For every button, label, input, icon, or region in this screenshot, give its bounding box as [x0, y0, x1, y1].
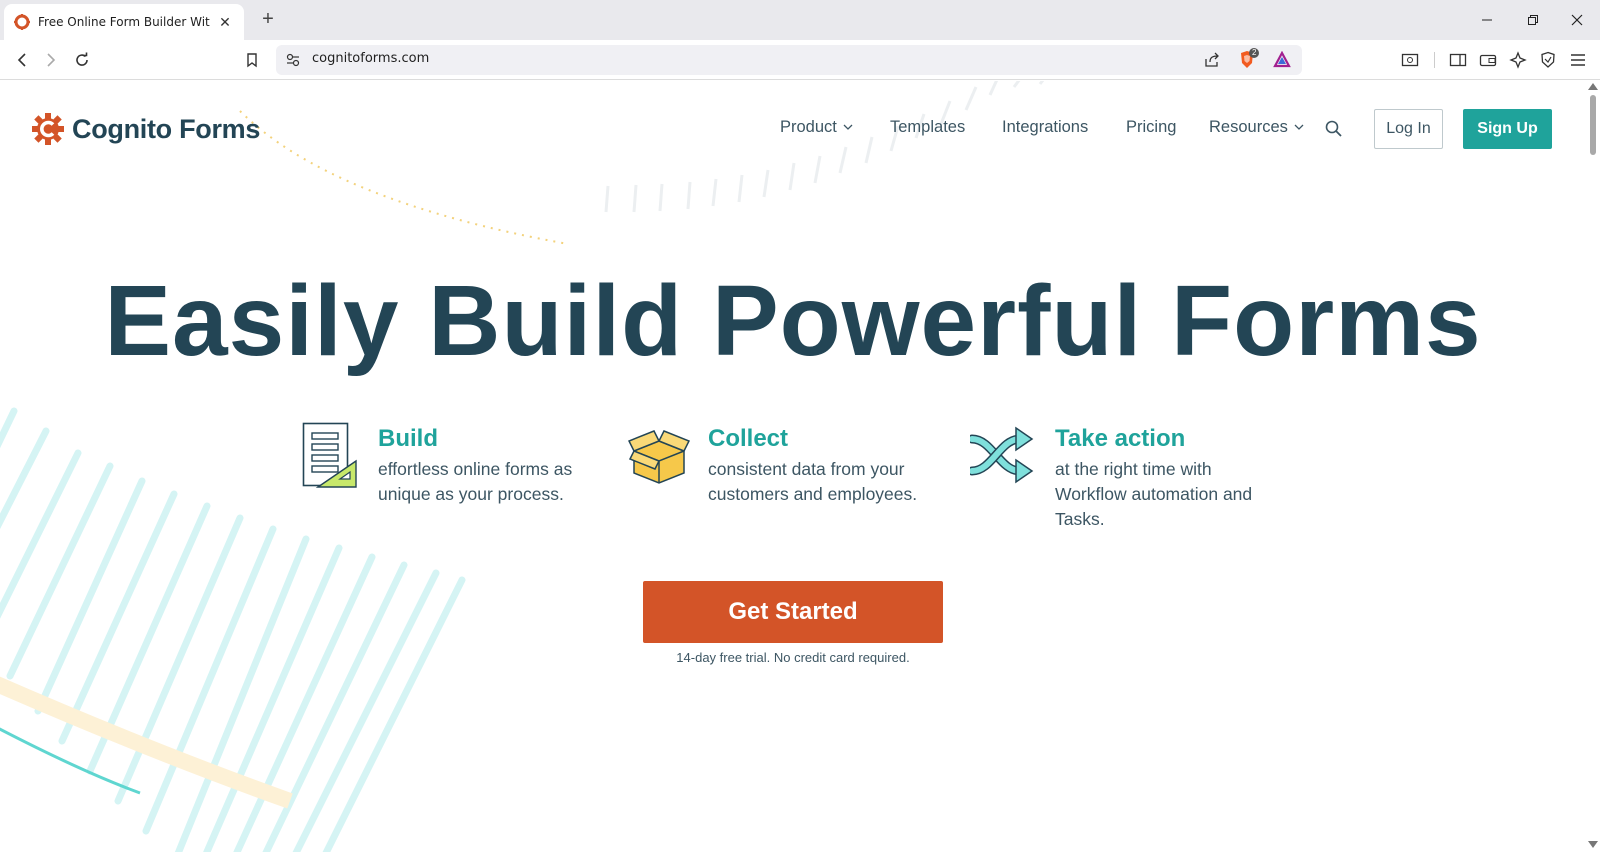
search-button[interactable]	[1324, 119, 1346, 141]
bookmark-icon[interactable]	[240, 48, 264, 72]
feature-collect-title: Collect	[708, 425, 789, 452]
shields-count-badge: 2	[1249, 48, 1260, 58]
scroll-up-arrow-icon[interactable]	[1588, 83, 1598, 90]
nav-templates[interactable]: Templates	[890, 118, 965, 137]
cognito-gear-logo-icon	[32, 113, 64, 145]
brand-name: Cognito Forms	[72, 113, 261, 144]
feature-take-action-text: at the right time with Workflow automati…	[1055, 459, 1253, 529]
nav-pricing-label: Pricing	[1126, 118, 1177, 136]
feature-take-action: Take action at the right time with Workf…	[970, 421, 1290, 541]
nav-resources[interactable]: Resources	[1209, 118, 1304, 137]
feature-build-title: Build	[378, 425, 438, 452]
brand-logo[interactable]: Cognito Forms	[32, 113, 260, 145]
forward-icon[interactable]	[39, 48, 63, 72]
open-box-icon	[628, 430, 690, 484]
url-text: cognitoforms.com	[312, 51, 430, 66]
login-button[interactable]: Log In	[1374, 109, 1443, 149]
minimize-icon[interactable]	[1464, 0, 1510, 40]
menu-icon[interactable]	[1566, 48, 1590, 72]
back-icon[interactable]	[10, 48, 34, 72]
wallet-icon[interactable]	[1476, 48, 1500, 72]
reload-icon[interactable]	[70, 48, 94, 72]
signup-button[interactable]: Sign Up	[1463, 109, 1552, 149]
media-icon[interactable]	[1398, 48, 1422, 72]
new-tab-icon[interactable]: +	[256, 8, 280, 32]
nav-integrations[interactable]: Integrations	[1002, 118, 1088, 137]
nav-product-label: Product	[780, 118, 837, 136]
tab-title: Free Online Form Builder With Workflow	[38, 15, 210, 29]
feature-build-text: effortless online forms as unique as you…	[378, 459, 573, 504]
browser-tab[interactable]: Free Online Form Builder With Workflow ✕	[4, 4, 244, 40]
hero-headline: Easily Build Powerful Forms	[104, 265, 1482, 377]
site-settings-icon[interactable]	[286, 53, 300, 67]
cognito-favicon-icon	[14, 14, 30, 30]
toolbar-divider	[1434, 52, 1435, 68]
browser-toolbar: cognitoforms.com 2	[0, 40, 1600, 80]
feature-take-action-title: Take action	[1055, 425, 1186, 452]
brave-rewards-icon[interactable]	[1273, 51, 1291, 69]
brave-shields-icon[interactable]: 2	[1238, 48, 1260, 70]
chevron-down-icon	[843, 124, 853, 130]
shuffle-arrows-icon	[970, 426, 1034, 484]
sidebar-icon[interactable]	[1446, 48, 1470, 72]
nav-integrations-label: Integrations	[1002, 118, 1089, 136]
web-page: Cognito Forms Product Templates Integrat…	[0, 81, 1586, 852]
get-started-button[interactable]: Get Started	[643, 581, 943, 643]
restore-icon[interactable]	[1510, 0, 1556, 40]
scroll-down-arrow-icon[interactable]	[1588, 841, 1598, 848]
share-icon[interactable]	[1204, 52, 1220, 68]
address-bar[interactable]: cognitoforms.com 2	[276, 45, 1302, 75]
close-tab-icon[interactable]: ✕	[216, 14, 234, 31]
page-scrollbar[interactable]	[1586, 81, 1600, 852]
free-trial-note: 14-day free trial. No credit card requir…	[676, 650, 910, 665]
nav-pricing[interactable]: Pricing	[1126, 118, 1176, 137]
form-builder-icon	[302, 422, 357, 488]
feature-collect-text: consistent data from your customers and …	[708, 459, 918, 504]
scroll-thumb[interactable]	[1590, 95, 1596, 155]
chevron-down-icon	[1294, 124, 1304, 130]
close-window-icon[interactable]	[1554, 0, 1600, 40]
feature-build: Build effortless online forms as unique …	[302, 421, 602, 531]
nav-resources-label: Resources	[1209, 118, 1288, 136]
browser-tab-strip: Free Online Form Builder With Workflow ✕…	[0, 0, 1600, 40]
vpn-shield-icon[interactable]	[1536, 48, 1560, 72]
nav-product[interactable]: Product	[780, 118, 853, 137]
nav-templates-label: Templates	[890, 118, 966, 136]
search-icon	[1325, 120, 1342, 137]
feature-collect: Collect consistent data from your custom…	[628, 421, 948, 531]
leo-ai-icon[interactable]	[1506, 48, 1530, 72]
